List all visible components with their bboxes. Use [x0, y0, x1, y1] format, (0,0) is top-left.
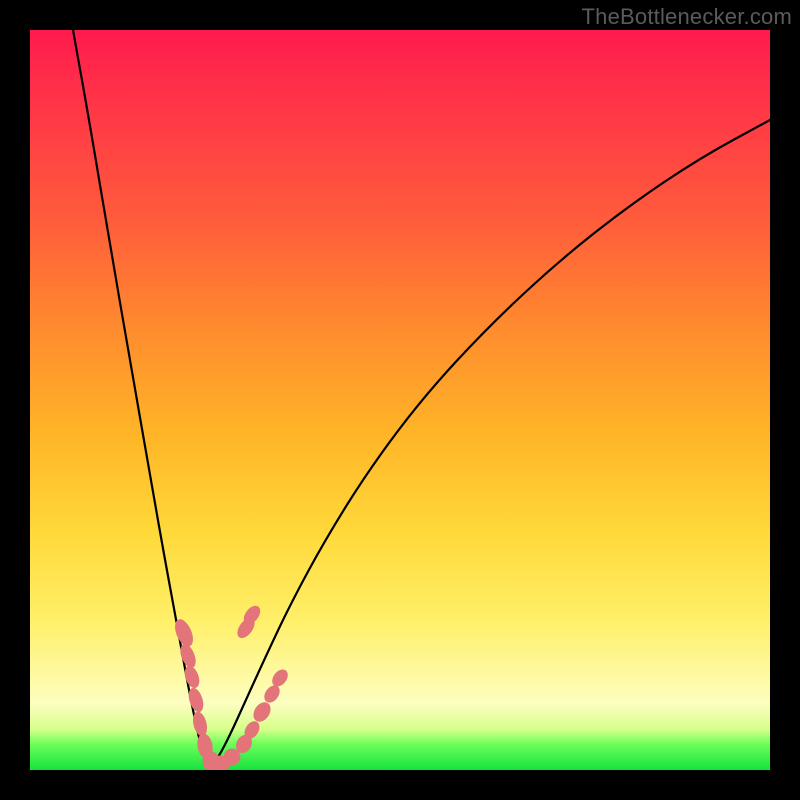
- chart-frame: TheBottlenecker.com: [0, 0, 800, 800]
- sample-marker: [251, 700, 274, 724]
- plot-area: [30, 30, 770, 770]
- watermark-text: TheBottlenecker.com: [582, 4, 792, 30]
- sample-marker: [270, 667, 291, 689]
- sample-markers: [172, 603, 290, 770]
- curve-right-branch: [210, 120, 770, 768]
- curve-svg: [30, 30, 770, 770]
- sample-marker: [262, 683, 282, 705]
